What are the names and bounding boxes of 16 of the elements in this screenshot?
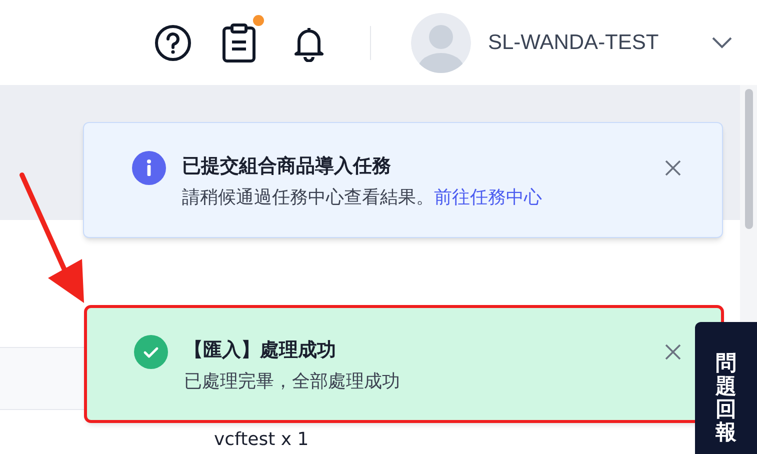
toast-message: 已處理完畢，全部處理成功 [184, 370, 401, 394]
close-icon[interactable] [664, 343, 682, 361]
scrollbar[interactable] [744, 89, 752, 229]
feedback-tab[interactable]: 問題回報 [695, 322, 757, 454]
help-icon[interactable] [154, 24, 192, 62]
item-label: vcftest x 1 [214, 429, 309, 450]
toast-title: 已提交組合商品導入任務 [182, 154, 392, 179]
check-icon [134, 335, 168, 369]
user-name[interactable]: SL-WANDA-TEST [488, 26, 659, 58]
task-center-link[interactable]: 前往任務中心 [434, 187, 542, 208]
toast-message: 請稍候通過任務中心查看結果。前往任務中心 [182, 186, 543, 210]
clipboard-icon[interactable] [222, 22, 256, 62]
toast-title: 【匯入】處理成功 [184, 338, 337, 363]
info-icon [132, 151, 166, 185]
close-icon[interactable] [664, 159, 682, 177]
chevron-down-icon[interactable] [711, 36, 733, 50]
